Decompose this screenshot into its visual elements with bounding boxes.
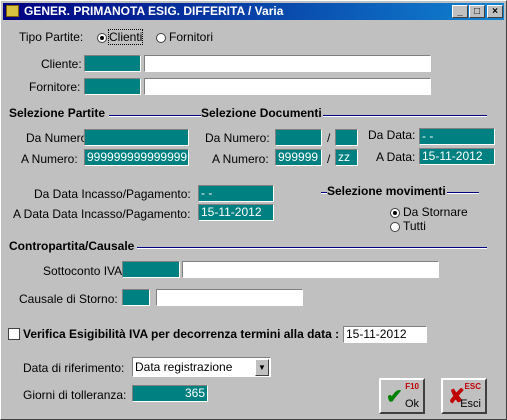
documenti-da-data-label: Da Data: bbox=[368, 128, 416, 142]
giorni-tolleranza-input[interactable]: 365 bbox=[132, 385, 208, 402]
cliente-description-input[interactable] bbox=[144, 55, 431, 72]
documenti-a-data-label: A Data: bbox=[376, 150, 416, 164]
documenti-da-serie-input[interactable] bbox=[335, 129, 358, 146]
selezione-partite-heading: Selezione Partite bbox=[9, 106, 106, 120]
dropdown-arrow-icon[interactable]: ▼ bbox=[255, 359, 269, 376]
partite-da-numero-label: Da Numero: bbox=[26, 131, 91, 145]
fornitore-code-input[interactable] bbox=[84, 78, 141, 95]
documenti-da-numero-label: Da Numero: bbox=[205, 131, 270, 145]
esci-shortcut-hint: ESC bbox=[464, 382, 481, 391]
data-riferimento-select[interactable]: Data registrazione ▼ bbox=[132, 357, 271, 377]
verifica-esigibilita-checkbox[interactable] bbox=[8, 328, 20, 340]
radio-clienti-label[interactable]: Clienti bbox=[107, 29, 144, 45]
fornitore-label: Fornitore: bbox=[29, 80, 81, 94]
partite-a-numero-label: A Numero: bbox=[21, 152, 78, 166]
tipo-partite-label: Tipo Partite: bbox=[19, 30, 84, 44]
incasso-da-label: Da Data Incasso/Pagamento: bbox=[34, 187, 191, 201]
maximize-button[interactable]: □ bbox=[469, 5, 485, 18]
incasso-a-label: A Data Data Incasso/Pagamento: bbox=[13, 207, 191, 221]
partite-a-numero-input[interactable]: 999999999999999 bbox=[84, 149, 189, 166]
radio-clienti[interactable] bbox=[97, 33, 107, 43]
data-riferimento-value: Data registrazione bbox=[135, 360, 233, 374]
window-title: GENER. PRIMANOTA ESIG. DIFFERITA / Varia bbox=[24, 4, 284, 18]
sottoconto-code-input[interactable] bbox=[122, 261, 180, 278]
causale-description-input[interactable] bbox=[156, 289, 303, 306]
divider bbox=[323, 115, 487, 117]
sottoconto-iva-label: Sottoconto IVA: bbox=[43, 264, 126, 278]
sottoconto-description-input[interactable] bbox=[182, 261, 439, 278]
divider bbox=[137, 247, 487, 249]
cliente-code-input[interactable] bbox=[84, 55, 141, 72]
radio-tutti-label[interactable]: Tutti bbox=[403, 219, 426, 233]
contropartita-heading: Contropartita/Causale bbox=[9, 239, 135, 253]
selezione-documenti-heading: Selezione Documenti bbox=[201, 106, 322, 120]
documenti-a-data-input[interactable]: 15-11-2012 bbox=[419, 148, 495, 165]
documenti-a-numero-label: A Numero: bbox=[212, 152, 269, 166]
incasso-da-input[interactable]: - - bbox=[198, 185, 274, 202]
data-riferimento-label: Data di riferimento: bbox=[23, 361, 125, 375]
serie-separator: / bbox=[327, 131, 331, 145]
giorni-tolleranza-label: Giorni di tolleranza: bbox=[23, 388, 127, 402]
documenti-da-data-input[interactable]: - - bbox=[419, 128, 495, 145]
title-bar[interactable]: GENER. PRIMANOTA ESIG. DIFFERITA / Varia… bbox=[3, 3, 504, 20]
ok-button[interactable]: ✔ F10 Ok bbox=[379, 378, 425, 414]
close-button[interactable]: × bbox=[487, 5, 503, 18]
divider bbox=[447, 192, 479, 194]
esci-button-label: Esci bbox=[460, 398, 481, 410]
radio-tutti[interactable] bbox=[390, 222, 400, 232]
radio-da-stornare-label[interactable]: Da Stornare bbox=[403, 205, 468, 219]
app-icon bbox=[6, 5, 19, 17]
radio-fornitori[interactable] bbox=[156, 33, 166, 43]
fornitore-description-input[interactable] bbox=[144, 78, 431, 95]
documenti-a-serie-input[interactable]: zz bbox=[335, 149, 358, 166]
documenti-a-numero-input[interactable]: 999999 bbox=[275, 149, 322, 166]
minimize-button[interactable]: _ bbox=[452, 5, 468, 18]
partite-da-numero-input[interactable] bbox=[84, 129, 189, 146]
divider bbox=[109, 115, 201, 117]
esci-button[interactable]: ✘ ESC Esci bbox=[441, 378, 487, 414]
cliente-label: Cliente: bbox=[41, 57, 82, 71]
ok-shortcut-hint: F10 bbox=[405, 382, 419, 391]
checkmark-icon: ✔ bbox=[386, 386, 403, 408]
dialog-window: GENER. PRIMANOTA ESIG. DIFFERITA / Varia… bbox=[0, 0, 507, 420]
causale-code-input[interactable] bbox=[122, 289, 150, 306]
verifica-date-input[interactable]: 15-11-2012 bbox=[343, 326, 427, 343]
selezione-movimenti-heading: Selezione movimenti bbox=[327, 184, 446, 198]
ok-button-label: Ok bbox=[404, 398, 419, 410]
radio-da-stornare[interactable] bbox=[390, 208, 400, 218]
radio-fornitori-label[interactable]: Fornitori bbox=[169, 30, 213, 44]
incasso-a-input[interactable]: 15-11-2012 bbox=[198, 204, 274, 221]
causale-storno-label: Causale di Storno: bbox=[19, 292, 118, 306]
verifica-esigibilita-label[interactable]: Verifica Esigibilità IVA per decorrenza … bbox=[23, 327, 339, 341]
serie-separator: / bbox=[327, 152, 331, 166]
documenti-da-numero-input[interactable] bbox=[275, 129, 322, 146]
